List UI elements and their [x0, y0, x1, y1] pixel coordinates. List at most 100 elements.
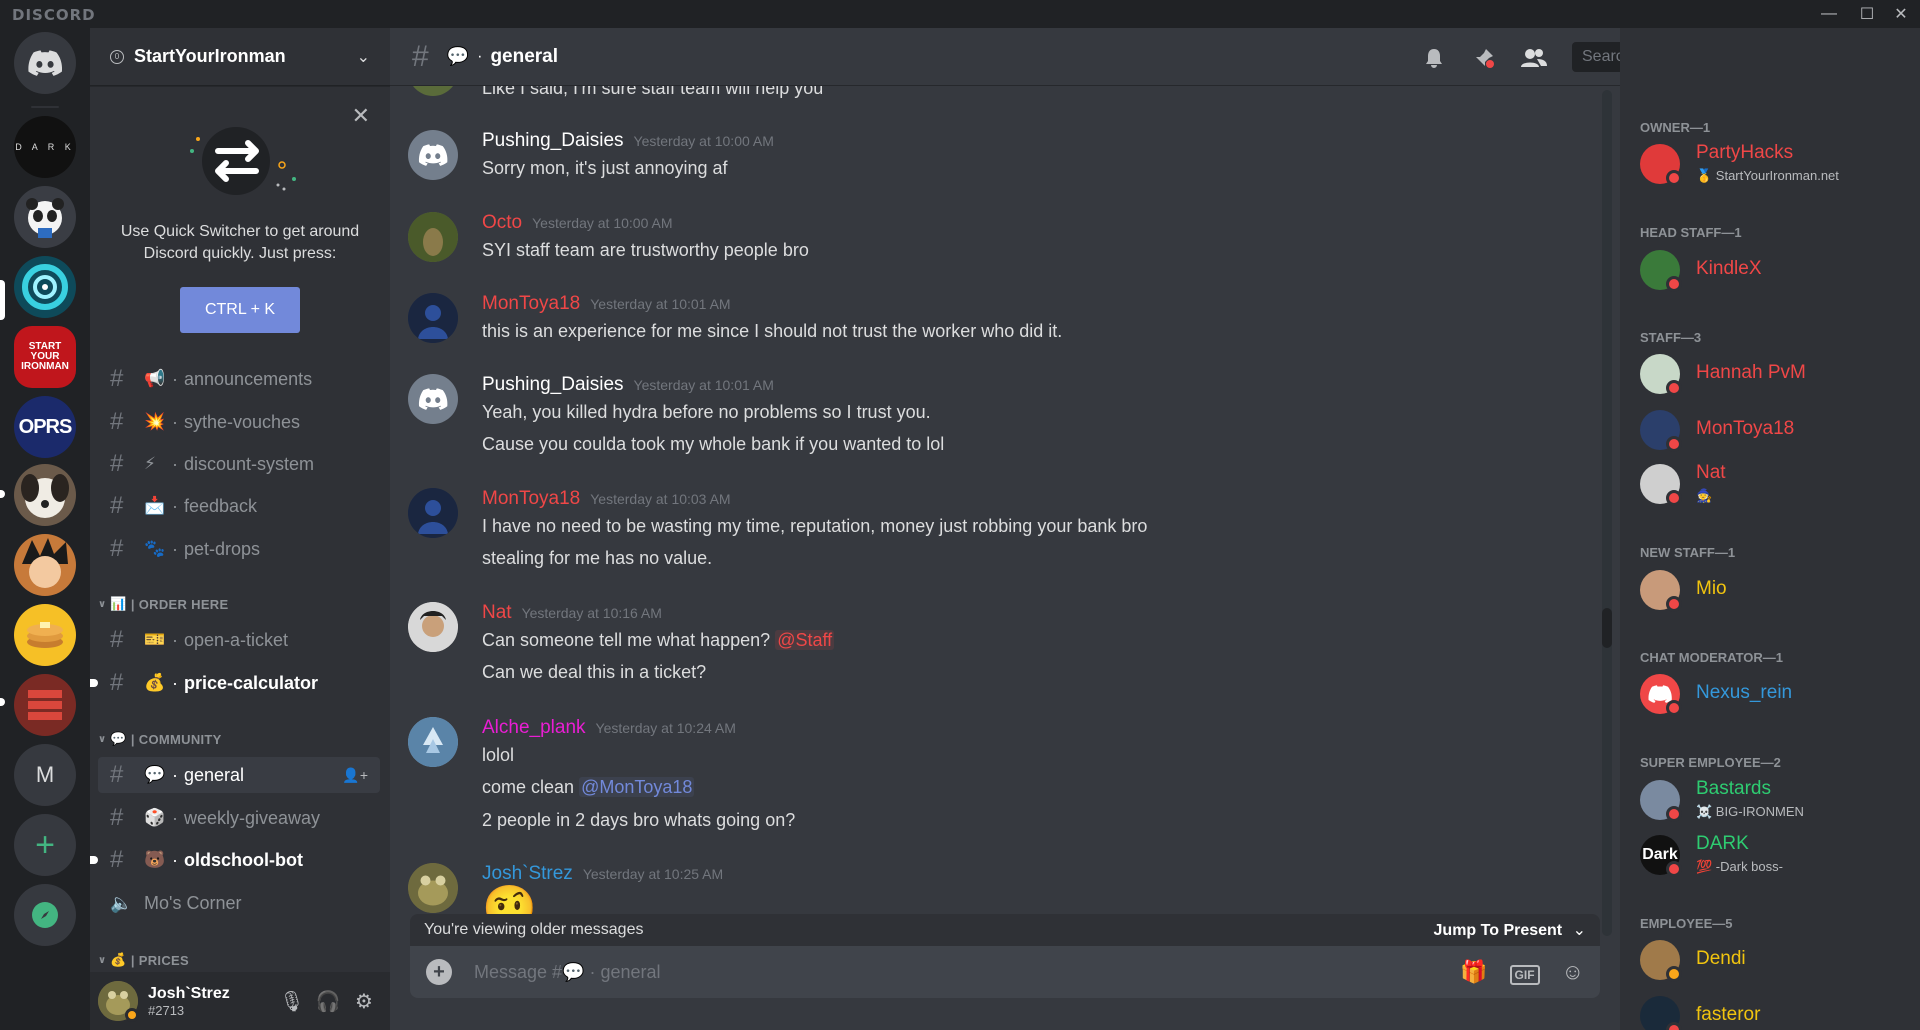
avatar[interactable] — [408, 374, 458, 424]
category-order-here[interactable]: ∨ 📊 | ORDER HERE — [98, 596, 228, 612]
home-button[interactable] — [14, 32, 76, 94]
quick-switcher-text: Use Quick Switcher to get around Discord… — [120, 223, 360, 262]
montoya-avatar-icon — [408, 293, 458, 343]
message-timestamp: Yesterday at 10:00 AM — [633, 133, 774, 149]
member-montoya18[interactable]: MonToya18 — [1640, 410, 1910, 456]
message-author[interactable]: Alche_plank — [482, 717, 586, 739]
member-partyhacks[interactable]: PartyHacks 🥇 StartYourIronman.net — [1640, 142, 1910, 190]
guild-boost-badge: 0 — [110, 49, 124, 64]
scrollbar-track[interactable] — [1602, 90, 1612, 936]
category-community[interactable]: ∨ 💬 | COMMUNITY — [98, 731, 222, 747]
microphone-icon[interactable]: 🎙 — [274, 983, 310, 1019]
avatar[interactable] — [98, 981, 139, 1022]
avatar[interactable] — [408, 130, 458, 180]
scrollbar-thumb[interactable] — [1602, 608, 1612, 648]
message-text: this is an experience for me since I sho… — [482, 321, 1063, 341]
server-pancakes[interactable] — [14, 604, 76, 666]
add-server-button[interactable]: + — [14, 814, 76, 876]
member-nexus-rein[interactable]: Nexus_rein — [1640, 674, 1910, 720]
hash-icon: # — [110, 669, 124, 696]
message-author[interactable]: Octo — [482, 212, 522, 234]
close-icon[interactable]: ✕ — [352, 103, 370, 129]
avatar[interactable] — [408, 602, 458, 652]
minimize-button[interactable]: — — [1812, 0, 1846, 28]
voice-channel-mos-corner[interactable]: 🔈 Mo's Corner — [98, 885, 380, 921]
avatar[interactable] — [408, 717, 458, 767]
jump-label: Jump To Present — [1433, 922, 1563, 939]
bell-icon[interactable] — [1418, 42, 1450, 74]
quick-switcher-shortcut-button[interactable]: CTRL + K — [180, 287, 300, 333]
message-author[interactable]: Nat — [482, 602, 512, 624]
member-hannah-pvm[interactable]: Hannah PvM — [1640, 354, 1910, 400]
server-panda[interactable] — [14, 186, 76, 248]
member-dendi[interactable]: Dendi — [1640, 940, 1910, 986]
alche-avatar-icon — [408, 717, 458, 767]
avatar[interactable] — [408, 488, 458, 538]
chat-area: # 💬 · general Search ? Like I said, I'm … — [390, 28, 1891, 1030]
member-bastards[interactable]: Bastards ☠️ BIG-IRONMEN — [1640, 778, 1910, 826]
channel-announcements[interactable]: # 📢 · announcements — [98, 361, 380, 397]
member-fasteror[interactable]: fasteror — [1640, 996, 1910, 1030]
member-name: PartyHacks — [1696, 142, 1794, 163]
avatar[interactable] — [408, 293, 458, 343]
server-dog[interactable] — [14, 464, 76, 526]
message-author[interactable]: MonToya18 — [482, 488, 580, 510]
member-dark[interactable]: Dark DARK 💯 -Dark boss- — [1640, 833, 1910, 881]
server-startyourironman[interactable]: START YOUR IRONMAN — [14, 326, 76, 388]
message-author[interactable]: Pushing_Daisies — [482, 130, 624, 152]
status-idle-indicator — [125, 1008, 139, 1022]
server-dark-label: D A R K — [15, 142, 75, 152]
member-activity: ☠️ BIG-IRONMEN — [1696, 804, 1804, 819]
channel-weekly-giveaway[interactable]: # 🎲 · weekly-giveaway — [98, 800, 380, 836]
avatar[interactable] — [408, 86, 458, 96]
headphones-icon[interactable]: 🎧 — [310, 983, 346, 1019]
member-list-icon[interactable] — [1518, 42, 1550, 74]
composer-channel-emoji: 💬 — [562, 961, 585, 982]
channel-pet-drops[interactable]: # 🐾 · pet-drops — [98, 531, 380, 567]
discord-default-avatar-icon — [418, 388, 448, 410]
avatar[interactable] — [408, 212, 458, 262]
pin-icon[interactable] — [1468, 42, 1500, 74]
role-mention[interactable]: @Staff — [775, 630, 835, 650]
member-activity: 🥇 StartYourIronman.net — [1696, 168, 1839, 183]
message-composer[interactable]: + Message #💬 · general 🎁 GIF ☺ — [410, 946, 1600, 998]
channel-open-a-ticket[interactable]: # 🎫 · open-a-ticket — [98, 622, 380, 658]
avatar[interactable] — [408, 863, 458, 913]
speaker-icon: 🔈 — [110, 892, 133, 913]
member-mio[interactable]: Mio — [1640, 570, 1910, 616]
close-window-button[interactable]: ✕ — [1884, 0, 1918, 28]
channel-general[interactable]: # 💬 · general 👤+ — [98, 757, 380, 793]
gif-icon[interactable]: GIF — [1509, 959, 1540, 985]
user-mention[interactable]: @MonToya18 — [579, 777, 695, 797]
channel-oldschool-bot[interactable]: # 🐻 · oldschool-bot — [90, 842, 380, 878]
message-text-content: Can someone tell me what happen? — [482, 630, 771, 650]
channel-discount-system[interactable]: # ⚡ · discount-system — [98, 446, 380, 482]
attach-plus-icon[interactable]: + — [426, 959, 452, 985]
server-oprs[interactable]: OPRS — [14, 396, 76, 458]
jump-to-present-button[interactable]: Jump To Present ⌄ — [1434, 920, 1586, 940]
message-author[interactable]: Pushing_Daisies — [482, 374, 624, 396]
maximize-button[interactable]: ☐ — [1850, 0, 1884, 28]
member-nat[interactable]: Nat 🧙 — [1640, 462, 1910, 510]
channel-price-calculator[interactable]: # 💰 · price-calculator — [90, 665, 380, 701]
gear-icon[interactable]: ⚙ — [346, 983, 382, 1019]
channel-feedback[interactable]: # 📩 · feedback — [98, 488, 380, 524]
invite-member-icon[interactable]: 👤+ — [342, 767, 368, 784]
guild-header[interactable]: 0 StartYourIronman ⌄ — [90, 28, 390, 86]
server-goku[interactable] — [14, 534, 76, 596]
server-brick[interactable] — [14, 674, 76, 736]
server-portal[interactable] — [14, 256, 76, 318]
channel-sythe-vouches[interactable]: # 💥 · sythe-vouches — [98, 404, 380, 440]
message-author[interactable]: MonToya18 — [482, 293, 580, 315]
server-dark[interactable]: D A R K — [14, 116, 76, 178]
emoji-picker-icon[interactable]: ☺ — [1562, 959, 1584, 985]
discord-default-avatar-icon — [418, 144, 448, 166]
member-kindlex[interactable]: KindleX — [1640, 250, 1910, 296]
unread-server-pill — [0, 490, 5, 498]
gift-icon[interactable]: 🎁 — [1460, 959, 1487, 985]
message-author[interactable]: Josh`Strez — [482, 863, 573, 885]
server-m[interactable]: M — [14, 744, 76, 806]
explore-servers-button[interactable] — [14, 884, 76, 946]
message-input[interactable]: Message #💬 · general — [474, 962, 1438, 983]
category-prices[interactable]: ∨ 💰 | PRICES — [98, 952, 189, 968]
